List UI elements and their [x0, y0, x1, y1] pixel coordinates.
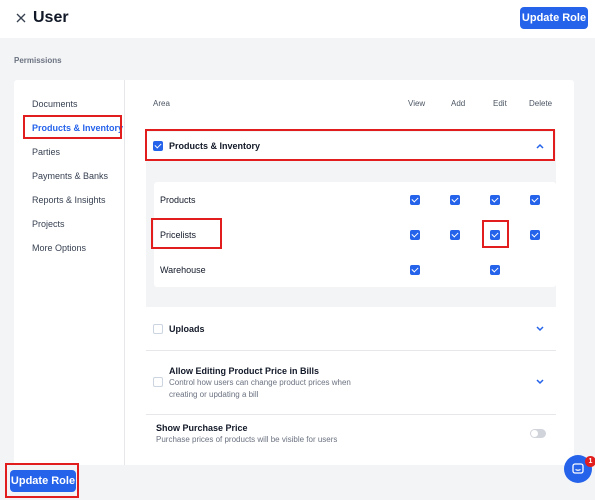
products-add-checkbox[interactable]: [450, 195, 460, 205]
sidebar-item-projects[interactable]: Projects: [32, 219, 65, 229]
allow-editing-desc-1: Control how users can change product pri…: [169, 378, 351, 387]
update-role-button-bottom[interactable]: Update Role: [10, 470, 76, 492]
allow-editing-checkbox[interactable]: [153, 377, 163, 387]
column-header-add: Add: [451, 99, 466, 108]
sidebar-item-documents[interactable]: Documents: [32, 99, 78, 109]
sidebar-item-more-options[interactable]: More Options: [32, 243, 86, 253]
sidebar-item-parties[interactable]: Parties: [32, 147, 60, 157]
pricelists-view-checkbox[interactable]: [410, 230, 420, 240]
row-label-products: Products: [160, 195, 196, 205]
divider: [146, 350, 556, 351]
page-title: User: [33, 9, 69, 26]
column-header-edit: Edit: [493, 99, 507, 108]
sidebar-item-reports-insights[interactable]: Reports & Insights: [32, 195, 106, 205]
update-role-button-top[interactable]: Update Role: [520, 7, 588, 29]
warehouse-view-checkbox[interactable]: [410, 265, 420, 275]
products-edit-checkbox[interactable]: [490, 195, 500, 205]
highlight-box-edit: [482, 220, 509, 248]
allow-editing-desc-2: creating or updating a bill: [169, 390, 259, 399]
purchase-price-toggle[interactable]: [530, 429, 546, 438]
uploads-checkbox[interactable]: [153, 324, 163, 334]
highlight-box-group: [145, 129, 555, 161]
uploads-label: Uploads: [169, 324, 205, 334]
products-delete-checkbox[interactable]: [530, 195, 540, 205]
chevron-down-icon-2[interactable]: [535, 377, 545, 387]
purchase-price-desc: Purchase prices of products will be visi…: [156, 435, 338, 444]
warehouse-edit-checkbox[interactable]: [490, 265, 500, 275]
close-icon[interactable]: [14, 11, 28, 25]
chat-icon: [572, 463, 584, 474]
divider-2: [146, 414, 556, 415]
allow-editing-label: Allow Editing Product Price in Bills: [169, 366, 320, 376]
section-label: Permissions: [14, 56, 62, 65]
sidebar-divider: [124, 80, 125, 465]
column-header-view: View: [408, 99, 426, 108]
notification-badge: 1: [585, 456, 595, 467]
purchase-price-label: Show Purchase Price: [156, 423, 248, 433]
pricelists-add-checkbox[interactable]: [450, 230, 460, 240]
highlight-box-sidebar: [23, 115, 122, 139]
highlight-box-pricelists: [151, 218, 222, 249]
products-view-checkbox[interactable]: [410, 195, 420, 205]
sidebar-item-payments-banks[interactable]: Payments & Banks: [32, 171, 108, 181]
pricelists-delete-checkbox[interactable]: [530, 230, 540, 240]
chevron-down-icon[interactable]: [535, 324, 545, 334]
header: User Update Role: [0, 0, 595, 38]
column-header-area: Area: [153, 99, 170, 108]
column-header-delete: Delete: [529, 99, 553, 108]
row-label-warehouse: Warehouse: [160, 265, 206, 275]
